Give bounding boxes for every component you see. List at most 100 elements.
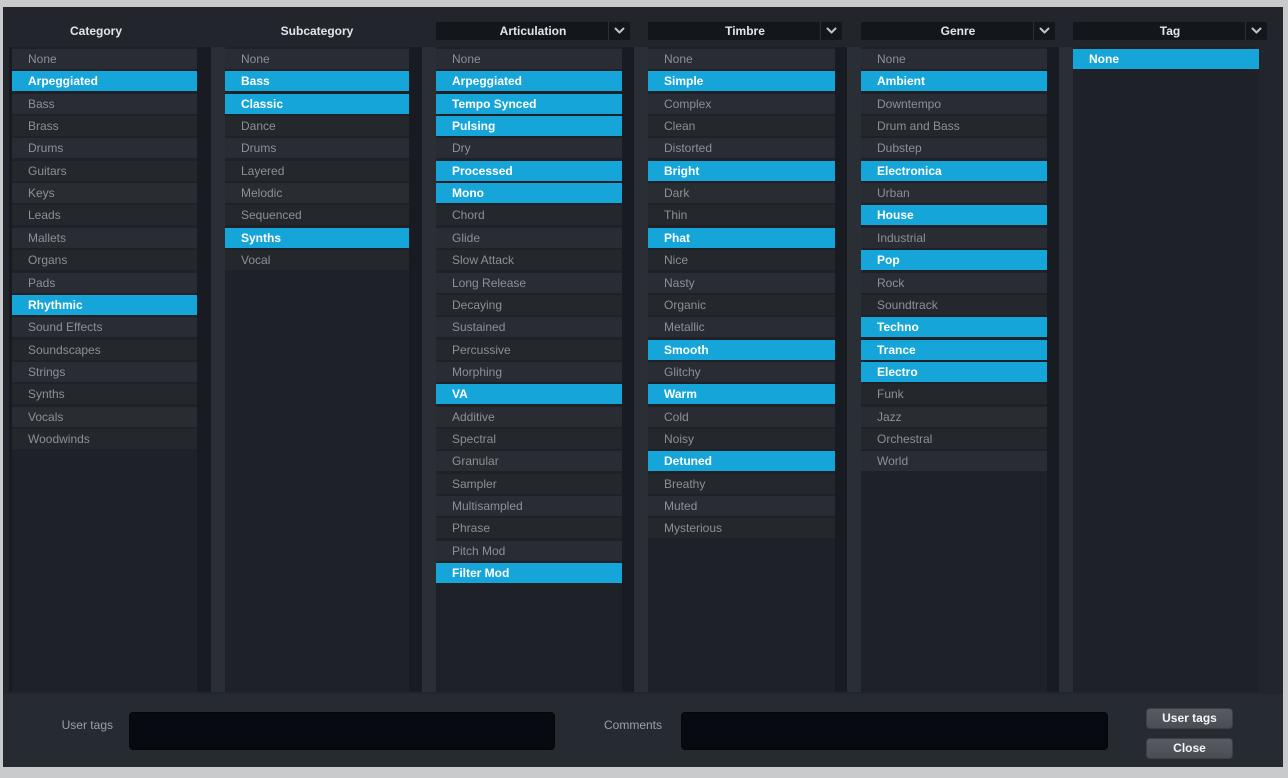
list-item[interactable]: Funk: [861, 384, 1047, 404]
list-item[interactable]: Pulsing: [436, 116, 622, 136]
list-item[interactable]: Organs: [12, 250, 197, 270]
list-item[interactable]: Sustained: [436, 317, 622, 337]
list-item[interactable]: Vocal: [225, 250, 409, 270]
list-item[interactable]: Drums: [225, 138, 409, 158]
list-item[interactable]: Melodic: [225, 183, 409, 203]
list-item[interactable]: None: [12, 49, 197, 69]
list-item[interactable]: Spectral: [436, 429, 622, 449]
list-item[interactable]: Sampler: [436, 474, 622, 494]
list-item[interactable]: Phat: [648, 228, 835, 248]
list-item[interactable]: Arpeggiated: [12, 71, 197, 91]
list-item[interactable]: House: [861, 205, 1047, 225]
list-item[interactable]: Distorted: [648, 138, 835, 158]
list-item[interactable]: Mysterious: [648, 518, 835, 538]
list-item[interactable]: Jazz: [861, 407, 1047, 427]
list-item[interactable]: Urban: [861, 183, 1047, 203]
list-item[interactable]: Arpeggiated: [436, 71, 622, 91]
list-item[interactable]: Bass: [12, 94, 197, 114]
list-item[interactable]: Guitars: [12, 161, 197, 181]
list-item[interactable]: Nasty: [648, 273, 835, 293]
list-item[interactable]: Layered: [225, 161, 409, 181]
list-item[interactable]: Soundscapes: [12, 340, 197, 360]
list-item[interactable]: Filter Mod: [436, 563, 622, 583]
list-item[interactable]: Thin: [648, 205, 835, 225]
list-item[interactable]: Leads: [12, 205, 197, 225]
list-item[interactable]: Slow Attack: [436, 250, 622, 270]
list-item[interactable]: Processed: [436, 161, 622, 181]
header-dropdown-timbre[interactable]: Timbre: [648, 22, 842, 40]
chevron-down-icon[interactable]: [1245, 22, 1267, 40]
list-item[interactable]: Trance: [861, 340, 1047, 360]
chevron-down-icon[interactable]: [608, 22, 630, 40]
list-item[interactable]: Additive: [436, 407, 622, 427]
header-dropdown-tag[interactable]: Tag: [1073, 22, 1267, 40]
list-item[interactable]: Keys: [12, 183, 197, 203]
list-item[interactable]: None: [648, 49, 835, 69]
list-item[interactable]: Strings: [12, 362, 197, 382]
list-item[interactable]: Synths: [225, 228, 409, 248]
list-item[interactable]: Drum and Bass: [861, 116, 1047, 136]
list-item[interactable]: Organic: [648, 295, 835, 315]
list-item[interactable]: Tempo Synced: [436, 94, 622, 114]
list-item[interactable]: Granular: [436, 451, 622, 471]
list-item[interactable]: Breathy: [648, 474, 835, 494]
list-item[interactable]: Pitch Mod: [436, 541, 622, 561]
list-item[interactable]: Cold: [648, 407, 835, 427]
list-item[interactable]: Classic: [225, 94, 409, 114]
list-item[interactable]: Synths: [12, 384, 197, 404]
list-item[interactable]: Metallic: [648, 317, 835, 337]
list-item[interactable]: VA: [436, 384, 622, 404]
user-tags-button[interactable]: User tags: [1146, 708, 1233, 729]
list-item[interactable]: None: [861, 49, 1047, 69]
list-item[interactable]: Soundtrack: [861, 295, 1047, 315]
list-item[interactable]: Orchestral: [861, 429, 1047, 449]
list-item[interactable]: None: [436, 49, 622, 69]
header-dropdown-articulation[interactable]: Articulation: [436, 22, 630, 40]
list-item[interactable]: World: [861, 451, 1047, 471]
list-item[interactable]: Dark: [648, 183, 835, 203]
list-item[interactable]: Dubstep: [861, 138, 1047, 158]
list-item[interactable]: Glitchy: [648, 362, 835, 382]
list-item[interactable]: Rock: [861, 273, 1047, 293]
list-item[interactable]: Simple: [648, 71, 835, 91]
list-item[interactable]: Vocals: [12, 407, 197, 427]
list-item[interactable]: Techno: [861, 317, 1047, 337]
list-item[interactable]: Woodwinds: [12, 429, 197, 449]
header-dropdown-genre[interactable]: Genre: [861, 22, 1055, 40]
list-item[interactable]: Muted: [648, 496, 835, 516]
list-item[interactable]: Morphing: [436, 362, 622, 382]
list-item[interactable]: Ambient: [861, 71, 1047, 91]
list-item[interactable]: Bright: [648, 161, 835, 181]
list-item[interactable]: Sound Effects: [12, 317, 197, 337]
chevron-down-icon[interactable]: [820, 22, 842, 40]
list-item[interactable]: Warm: [648, 384, 835, 404]
list-item[interactable]: Dry: [436, 138, 622, 158]
list-item[interactable]: Multisampled: [436, 496, 622, 516]
list-item[interactable]: None: [225, 49, 409, 69]
list-item[interactable]: Nice: [648, 250, 835, 270]
list-item[interactable]: Chord: [436, 205, 622, 225]
list-item[interactable]: Smooth: [648, 340, 835, 360]
close-button[interactable]: Close: [1146, 738, 1233, 759]
list-item[interactable]: Sequenced: [225, 205, 409, 225]
comments-input[interactable]: [681, 712, 1108, 750]
list-item[interactable]: Mallets: [12, 228, 197, 248]
list-item[interactable]: Percussive: [436, 340, 622, 360]
list-item[interactable]: Rhythmic: [12, 295, 197, 315]
list-item[interactable]: Pads: [12, 273, 197, 293]
list-item[interactable]: None: [1073, 49, 1259, 69]
list-item[interactable]: Downtempo: [861, 94, 1047, 114]
list-item[interactable]: Glide: [436, 228, 622, 248]
list-item[interactable]: Industrial: [861, 228, 1047, 248]
list-item[interactable]: Electro: [861, 362, 1047, 382]
user-tags-input[interactable]: [129, 712, 555, 750]
list-item[interactable]: Complex: [648, 94, 835, 114]
list-item[interactable]: Electronica: [861, 161, 1047, 181]
list-item[interactable]: Mono: [436, 183, 622, 203]
list-item[interactable]: Detuned: [648, 451, 835, 471]
list-item[interactable]: Clean: [648, 116, 835, 136]
list-item[interactable]: Noisy: [648, 429, 835, 449]
list-item[interactable]: Drums: [12, 138, 197, 158]
list-item[interactable]: Long Release: [436, 273, 622, 293]
list-item[interactable]: Bass: [225, 71, 409, 91]
